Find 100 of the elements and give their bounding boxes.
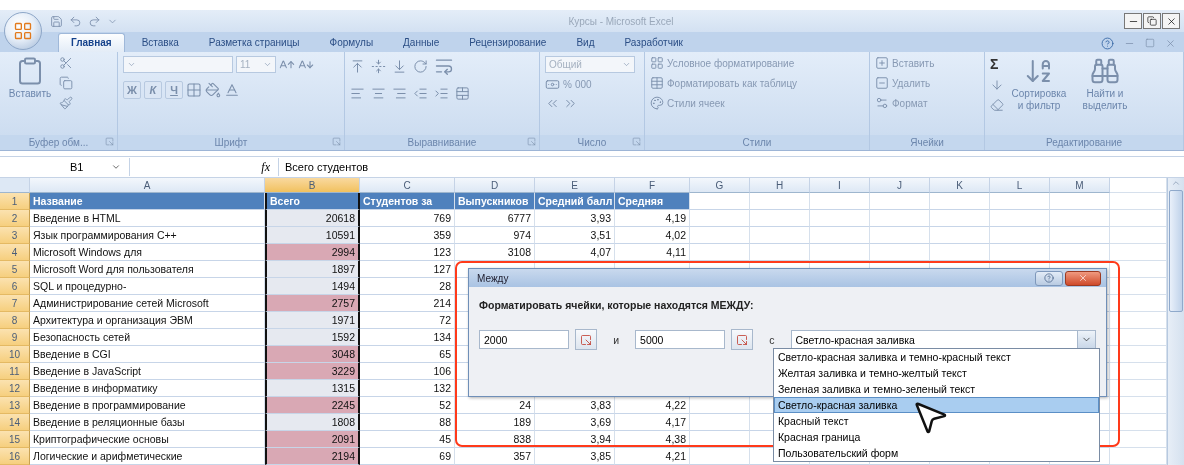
row-header[interactable]: 8 (0, 312, 30, 329)
eraser-icon[interactable] (990, 98, 1004, 112)
autosum-button[interactable]: Σ (990, 56, 999, 72)
row-header[interactable]: 6 (0, 278, 30, 295)
function-label[interactable]: fx (130, 159, 278, 175)
align-middle-icon[interactable] (371, 58, 386, 74)
row-header[interactable]: 15 (0, 431, 30, 448)
name-box[interactable]: B1 (0, 158, 130, 176)
dropdown-icon[interactable] (622, 60, 631, 69)
ribbon-command[interactable]: Найти и выделить (1074, 88, 1136, 112)
indent-increase-icon[interactable] (434, 86, 449, 101)
align-center-icon[interactable] (371, 86, 386, 101)
range-icon[interactable] (579, 333, 592, 346)
format-icon[interactable] (875, 96, 889, 110)
ribbon-tab[interactable]: Главная (58, 33, 125, 52)
dropdown-icon[interactable] (127, 60, 136, 69)
column-header[interactable]: H (750, 178, 810, 193)
palette-icon[interactable] (650, 96, 664, 110)
column-header[interactable]: K (930, 178, 990, 193)
row-header[interactable]: 13 (0, 397, 30, 414)
column-header[interactable]: F (615, 178, 690, 193)
brush-icon[interactable] (59, 96, 73, 110)
dialog-launcher-icon[interactable] (632, 137, 641, 146)
align-top-icon[interactable] (350, 58, 365, 74)
ribbon-tab[interactable]: Рецензирование (456, 33, 560, 52)
row-header[interactable]: 11 (0, 363, 30, 380)
binoculars-icon[interactable] (1090, 56, 1120, 86)
undo-icon[interactable] (69, 14, 82, 28)
range-select-button[interactable] (574, 329, 598, 350)
merge-cells-icon[interactable] (455, 86, 470, 101)
dialog-launcher-icon[interactable] (332, 137, 341, 146)
paste-button[interactable]: Вставить (5, 88, 55, 100)
row-header[interactable]: 1 (0, 193, 30, 210)
ribbon-tab[interactable]: Данные (390, 33, 453, 52)
column-header[interactable]: L (990, 178, 1050, 193)
currency-icon[interactable] (545, 77, 560, 92)
min-value-field[interactable]: 2000 (479, 330, 569, 349)
help-icon[interactable] (1101, 36, 1114, 50)
orientation-icon[interactable] (413, 58, 428, 74)
align-bottom-icon[interactable] (392, 58, 407, 74)
font-name-field[interactable] (123, 56, 233, 73)
ribbon-command[interactable]: Сортировка и фильтр (1008, 88, 1070, 112)
row-header[interactable]: 4 (0, 244, 30, 261)
redo-icon[interactable] (88, 14, 101, 28)
close-icon[interactable] (1165, 15, 1177, 27)
close-button[interactable] (1065, 270, 1101, 286)
fill-color-icon[interactable] (205, 82, 221, 98)
row-header[interactable]: 3 (0, 227, 30, 244)
row-header[interactable]: 9 (0, 329, 30, 346)
restore-icon[interactable] (1147, 16, 1157, 26)
save-icon[interactable] (50, 14, 63, 28)
font-color-icon[interactable] (224, 82, 240, 98)
row-header[interactable]: 5 (0, 261, 30, 278)
row-header[interactable]: 14 (0, 414, 30, 431)
delete-icon[interactable] (875, 76, 889, 90)
conditional-format-icon[interactable] (650, 56, 664, 70)
table-cell (1050, 227, 1110, 244)
ribbon-tab[interactable]: Разметка страницы (195, 33, 313, 52)
column-header[interactable]: G (690, 178, 750, 193)
dropdown-option[interactable]: Светло-красная заливка (774, 397, 1099, 413)
dropdown-icon[interactable] (263, 60, 272, 69)
row-header[interactable]: 10 (0, 346, 30, 363)
ribbon-tab[interactable]: Вид (563, 33, 608, 52)
dropdown-icon[interactable] (111, 162, 121, 172)
borders-icon[interactable] (186, 82, 202, 98)
ribbon-tab[interactable]: Вставка (128, 33, 192, 52)
column-header[interactable]: J (870, 178, 930, 193)
ribbon-tab[interactable]: Разработчик (611, 33, 696, 52)
ribbon-tab[interactable]: Формулы (316, 33, 387, 52)
row-header[interactable]: 12 (0, 380, 30, 397)
formula-field[interactable]: Всего студентов (278, 158, 1184, 176)
indent-decrease-icon[interactable] (413, 86, 428, 101)
column-header[interactable]: E (535, 178, 615, 193)
range-icon[interactable] (735, 333, 748, 346)
copy-icon[interactable] (59, 76, 73, 90)
max-value-field[interactable]: 5000 (635, 330, 725, 349)
align-left-icon[interactable] (350, 86, 365, 101)
insert-icon[interactable] (875, 56, 889, 70)
column-header[interactable]: D (455, 178, 535, 193)
help-button[interactable] (1035, 270, 1063, 286)
row-header[interactable]: 2 (0, 210, 30, 227)
column-header[interactable]: B (265, 178, 360, 193)
vertical-scrollbar[interactable] (1167, 178, 1184, 465)
range-select-button[interactable] (730, 329, 754, 350)
row-header[interactable]: 7 (0, 295, 30, 312)
dialog-launcher-icon[interactable] (527, 137, 536, 146)
row-header[interactable]: 16 (0, 448, 30, 465)
scroll-up-icon[interactable] (1171, 178, 1181, 188)
table-cell (1050, 210, 1110, 227)
table-icon[interactable] (650, 76, 664, 90)
help-icon[interactable] (1044, 273, 1054, 283)
column-header[interactable]: M (1050, 178, 1110, 193)
column-header[interactable]: A (30, 178, 265, 193)
select-all-button[interactable] (0, 178, 30, 193)
align-right-icon[interactable] (392, 86, 407, 101)
cut-icon[interactable] (59, 56, 73, 70)
column-header[interactable]: I (810, 178, 870, 193)
column-header[interactable]: C (360, 178, 455, 193)
fill-icon[interactable] (990, 78, 1004, 92)
dialog-launcher-icon[interactable] (105, 137, 114, 146)
